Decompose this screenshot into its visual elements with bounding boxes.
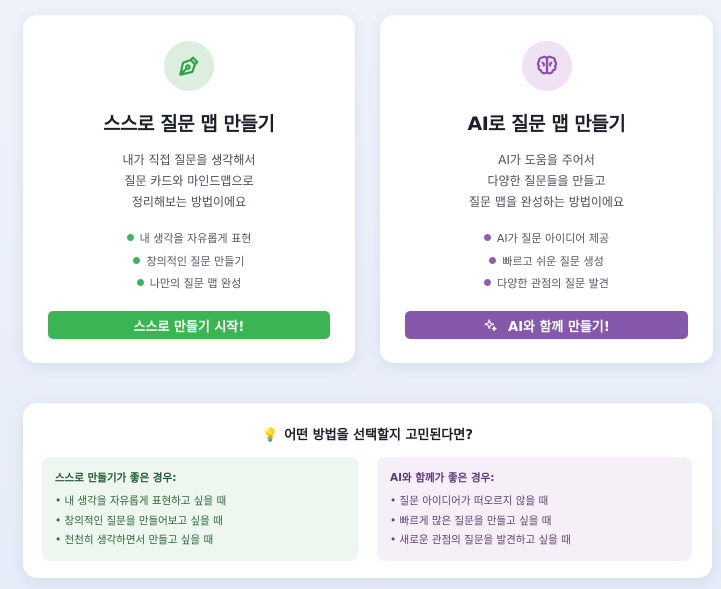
feature-item: 내 생각을 자유롭게 표현 — [23, 228, 355, 251]
bullet-dot-icon — [483, 234, 491, 241]
brain-icon-badge — [521, 41, 572, 91]
self-recommendation-box: 스스로 만들기가 좋은 경우: • 내 생각을 자유롭게 표현하고 싶을 때 •… — [42, 457, 358, 561]
brain-icon — [536, 55, 557, 75]
bullet-dot-icon — [484, 279, 492, 286]
self-mode-card[interactable]: 스스로 질문 맵 만들기 내가 직접 질문을 생각해서 질문 카드와 마인드맵으… — [23, 15, 355, 363]
list-item-text: 새로운 관점의 질문을 발견하고 싶을 때 — [399, 534, 571, 546]
description-line: 다양한 질문들을 만들고 — [487, 174, 606, 188]
description-line: 정리해보는 방법이에요 — [131, 195, 247, 209]
help-title: 💡 어떤 방법을 선택할지 고민된다면? — [23, 424, 712, 443]
list-item-text: 내 생각을 자유롭게 표현하고 싶을 때 — [64, 495, 227, 507]
bullet-dot-icon — [133, 256, 141, 264]
description-line: AI가 도움을 주어서 — [498, 153, 595, 167]
feature-item: 다양한 관점의 질문 발견 — [380, 273, 713, 296]
self-box-title: 스스로 만들기가 좋은 경우: — [55, 472, 177, 484]
start-ai-button-label: AI와 함께 만들기! — [508, 319, 610, 335]
start-self-button-label: 스스로 만들기 시작! — [133, 319, 245, 335]
ai-box-title: AI와 함께가 좋은 경우: — [390, 472, 495, 484]
lightbulb-icon: 💡 — [262, 428, 279, 443]
list-item: • 질문 아이디어가 떠오르지 않을 때 — [390, 495, 549, 507]
self-box-list: • 내 생각을 자유롭게 표현하고 싶을 때 • 창의적인 질문을 만들어보고 … — [55, 492, 345, 551]
ai-card-title: AI로 질문 맵 만들기 — [467, 113, 626, 135]
description-line: 질문 카드와 마인드맵으로 — [124, 174, 254, 188]
description-line: 질문 맵을 완성하는 방법이에요 — [469, 195, 624, 209]
list-item: • 창의적인 질문을 만들어보고 싶을 때 — [55, 514, 223, 527]
list-item-text: 천천히 생각하면서 만들고 싶을 때 — [64, 534, 214, 546]
ai-feature-list: AI가 질문 아이디어 제공 빠르고 쉬운 질문 생성 다양한 관점의 질문 발… — [380, 228, 713, 296]
feature-label: 빠르고 쉬운 질문 생성 — [502, 254, 604, 268]
help-card: 💡 어떤 방법을 선택할지 고민된다면? 스스로 만들기가 좋은 경우: • 내 … — [23, 403, 712, 578]
help-title-text: 어떤 방법을 선택할지 고민된다면? — [284, 428, 473, 443]
feature-item: 창의적인 질문 만들기 — [23, 251, 355, 274]
self-feature-list: 내 생각을 자유롭게 표현 창의적인 질문 만들기 나만의 질문 맵 완성 — [23, 228, 355, 296]
ai-mode-card[interactable]: AI로 질문 맵 만들기 AI가 도움을 주어서 다양한 질문들을 만들고 질문… — [380, 15, 713, 363]
feature-item: 빠르고 쉬운 질문 생성 — [380, 251, 713, 274]
bullet-dot-icon — [489, 256, 497, 264]
ai-recommendation-box: AI와 함께가 좋은 경우: • 질문 아이디어가 떠오르지 않을 때 • 빠르… — [377, 457, 692, 561]
description-line: 내가 직접 질문을 생각해서 — [122, 153, 256, 167]
feature-label: 다양한 관점의 질문 발견 — [497, 277, 609, 290]
ai-card-description: AI가 도움을 주어서 다양한 질문들을 만들고 질문 맵을 완성하는 방법이에… — [380, 150, 713, 213]
start-self-button[interactable]: 스스로 만들기 시작! — [48, 311, 330, 339]
list-item: • 내 생각을 자유롭게 표현하고 싶을 때 — [55, 495, 227, 507]
ai-box-list: • 질문 아이디어가 떠오르지 않을 때 • 빠르게 많은 질문을 만들고 싶을… — [390, 492, 679, 551]
bullet-dot-icon — [126, 234, 134, 241]
feature-item: 나만의 질문 맵 완성 — [23, 273, 355, 296]
start-ai-button[interactable]: AI와 함께 만들기! — [405, 311, 688, 339]
bullet-dot-icon — [136, 279, 144, 286]
list-item-text: 창의적인 질문을 만들어보고 싶을 때 — [64, 514, 223, 527]
feature-label: 내 생각을 자유롭게 표현 — [139, 232, 252, 245]
sparkles-icon — [484, 318, 497, 331]
self-card-description: 내가 직접 질문을 생각해서 질문 카드와 마인드맵으로 정리해보는 방법이에요 — [23, 150, 355, 213]
list-item: • 새로운 관점의 질문을 발견하고 싶을 때 — [390, 534, 571, 546]
feature-label: AI가 질문 아이디어 제공 — [496, 232, 610, 245]
self-card-title: 스스로 질문 맵 만들기 — [103, 113, 275, 135]
feature-label: 창의적인 질문 만들기 — [146, 254, 245, 268]
list-item-text: 빠르게 많은 질문을 만들고 싶을 때 — [399, 514, 552, 527]
feature-item: AI가 질문 아이디어 제공 — [380, 228, 713, 251]
pen-nib-icon-badge — [164, 41, 214, 91]
feature-label: 나만의 질문 맵 완성 — [149, 277, 242, 290]
list-item-text: 질문 아이디어가 떠오르지 않을 때 — [399, 495, 549, 507]
list-item: • 빠르게 많은 질문을 만들고 싶을 때 — [390, 514, 552, 527]
list-item: • 천천히 생각하면서 만들고 싶을 때 — [55, 534, 214, 546]
pen-nib-icon — [179, 56, 199, 76]
